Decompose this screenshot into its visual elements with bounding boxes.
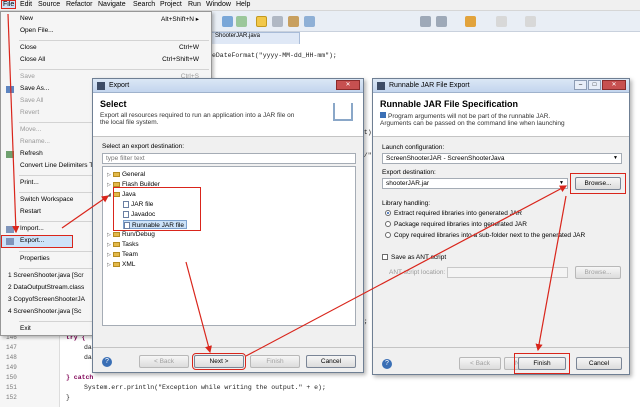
save-ant-script-checkbox[interactable]: Save as ANT script — [382, 254, 446, 261]
dialog-description: Arguments can be passed on the command l… — [380, 120, 565, 127]
menu-item-new[interactable]: New Alt+Shift+N ▸ — [2, 14, 211, 25]
code-line-dateformat: eDateFormat("yyyy-MM-dd_HH-mm"); — [212, 52, 337, 59]
toolbar-run-icon[interactable] — [236, 16, 247, 27]
dialog-description: Program arguments will not be part of th… — [380, 112, 550, 120]
toolbar-back-icon[interactable] — [496, 16, 507, 27]
library-handling-label: Library handling: — [382, 200, 431, 207]
code-line-println: System.err.println("Exception while writ… — [84, 384, 326, 391]
help-icon[interactable]: ? — [382, 359, 392, 369]
back-button[interactable]: < Back — [459, 357, 501, 370]
back-button[interactable]: < Back — [139, 355, 189, 368]
library-option-package[interactable]: Package required libraries into generate… — [385, 221, 527, 228]
app-icon — [377, 82, 385, 90]
help-icon[interactable]: ? — [102, 357, 112, 367]
ant-script-location-label: ANT script location: — [389, 269, 446, 276]
annotation-highlight-box — [514, 353, 570, 374]
chevron-down-icon: ▼ — [559, 180, 564, 186]
line-number-gutter: 146 147 148 149 150 151 152 — [0, 330, 60, 407]
import-icon — [6, 226, 14, 233]
line-number: 150 — [6, 374, 17, 381]
dialog-title: Runnable JAR File Export — [389, 82, 470, 89]
menu-source[interactable]: Source — [38, 1, 60, 8]
maximize-icon[interactable]: □ — [588, 80, 601, 90]
close-icon[interactable]: ✕ — [602, 80, 626, 90]
toolbar-open-type-icon[interactable] — [288, 16, 299, 27]
close-icon[interactable]: ✕ — [336, 80, 360, 90]
tree-item-run-debug[interactable]: ▷ Run/Debug — [107, 230, 155, 239]
runnable-dialog-titlebar: Runnable JAR File Export – □ ✕ — [373, 79, 629, 93]
menu-bar: File Edit Source Refactor Navigate Searc… — [0, 0, 640, 11]
chevron-down-icon: ▼ — [613, 155, 618, 161]
export-destination-label: Export destination: — [382, 169, 436, 176]
finish-button[interactable]: Finish — [250, 355, 300, 368]
export-destination-input[interactable]: shooterJAR.jar ▼ — [382, 178, 568, 189]
toolbar-search-icon[interactable] — [272, 16, 283, 27]
cancel-button[interactable]: Cancel — [576, 357, 622, 370]
menu-help[interactable]: Help — [236, 1, 250, 8]
dialog-title: Export — [109, 82, 130, 89]
menu-refactor[interactable]: Refactor — [66, 1, 92, 8]
minimize-icon[interactable]: – — [574, 80, 587, 90]
line-number: 151 — [6, 384, 17, 391]
cancel-button[interactable]: Cancel — [306, 355, 356, 368]
menu-search[interactable]: Search — [133, 1, 155, 8]
export-dialog: Export ✕ Select Export all resources req… — [92, 78, 364, 373]
toolbar-last-edit-icon[interactable] — [465, 16, 476, 27]
menu-item-export[interactable]: Export... — [1, 235, 73, 248]
save-as-icon — [6, 86, 14, 93]
export-icon — [6, 238, 14, 245]
menu-item-close[interactable]: Close Ctrl+W — [2, 43, 211, 54]
launch-config-select[interactable]: ScreenShooterJAR - ScreenShooterJava ▼ — [382, 153, 622, 164]
menu-item-open-file[interactable]: Open File... — [2, 26, 211, 37]
toolbar-prev-annotation-icon[interactable] — [436, 16, 447, 27]
annotation-highlight-box — [113, 187, 201, 231]
dialog-heading: Runnable JAR File Specification — [380, 99, 519, 109]
dialog-header: Runnable JAR File Specification Program … — [373, 93, 629, 137]
line-number: 152 — [6, 394, 17, 401]
tree-item-xml[interactable]: ▷ XML — [107, 260, 135, 269]
line-number: 147 — [6, 344, 17, 351]
refresh-icon — [6, 151, 14, 158]
toolbar-forward-icon[interactable] — [525, 16, 536, 27]
ant-script-location-input[interactable] — [447, 267, 568, 278]
runnable-jar-dialog: Runnable JAR File Export – □ ✕ Runnable JA… — [372, 78, 630, 375]
dialog-description: Export all resources required to run an … — [100, 112, 295, 126]
annotation-highlight-box — [570, 173, 626, 194]
library-option-copy[interactable]: Copy required libraries into a sub-folde… — [385, 232, 585, 239]
dialog-header: Select Export all resources required to … — [93, 93, 363, 137]
editor-tab[interactable]: ShooterJAR.java — [210, 32, 300, 44]
export-destination-label: Select an export destination: — [102, 143, 185, 150]
launch-config-label: Launch configuration: — [382, 144, 445, 151]
menu-run[interactable]: Run — [188, 1, 201, 8]
ant-browse-button[interactable]: Browse... — [575, 266, 621, 279]
menu-item-close-all[interactable]: Close All Ctrl+Shift+W — [2, 55, 211, 66]
tree-item-team[interactable]: ▷ Team — [107, 250, 138, 259]
line-number: 148 — [6, 354, 17, 361]
dialog-heading: Select — [100, 99, 127, 109]
menu-file[interactable]: File — [0, 0, 17, 9]
menu-navigate[interactable]: Navigate — [98, 1, 126, 8]
toolbar-debug-icon[interactable] — [304, 16, 315, 27]
code-line: } catch — [66, 374, 94, 381]
menu-project[interactable]: Project — [160, 1, 182, 8]
tree-item-tasks[interactable]: ▷ Tasks — [107, 240, 139, 249]
export-wizard-icon — [333, 103, 353, 121]
export-dialog-titlebar: Export ✕ — [93, 79, 363, 93]
code-line: } — [66, 394, 70, 401]
tree-item-general[interactable]: ▷ General — [107, 170, 145, 179]
toolbar-highlight-icon[interactable] — [256, 16, 267, 27]
library-option-extract[interactable]: Extract required libraries into generate… — [385, 210, 522, 217]
filter-input[interactable] — [102, 153, 356, 164]
line-number: 149 — [6, 364, 17, 371]
toolbar-next-annotation-icon[interactable] — [420, 16, 431, 27]
next-button[interactable]: Next > — [192, 353, 246, 370]
menu-window[interactable]: Window — [206, 1, 231, 8]
app-icon — [97, 82, 105, 90]
info-icon — [380, 112, 386, 118]
export-wizard-tree[interactable]: ▷ General ▷ Flash Builder ◢ Java JAR file J… — [102, 166, 356, 326]
menu-edit[interactable]: Edit — [20, 1, 32, 8]
toolbar-new-icon[interactable] — [222, 16, 233, 27]
